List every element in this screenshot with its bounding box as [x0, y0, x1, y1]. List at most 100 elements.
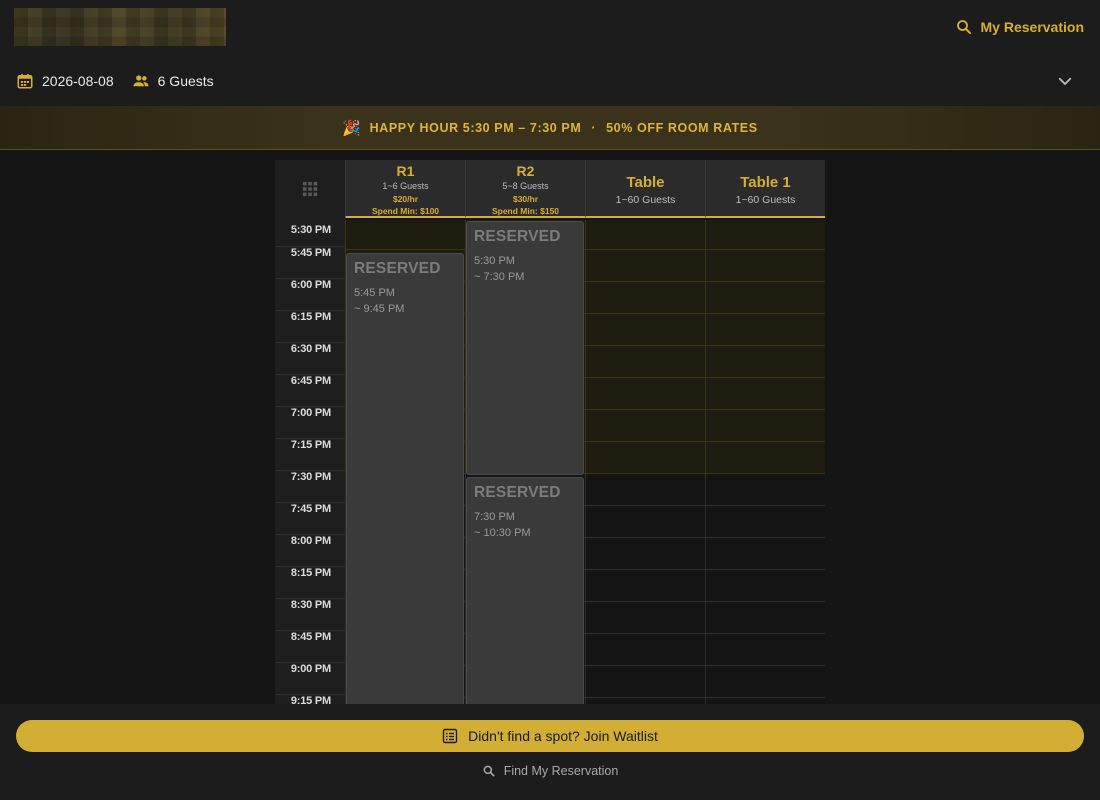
reserved-time: 5:45 PM ~ 9:45 PM — [354, 285, 456, 317]
time-tick — [275, 342, 345, 343]
time-label: 7:15 PM — [290, 439, 331, 451]
party-popper-icon: 🎉 — [342, 119, 362, 137]
room-capacity: 1~6 Guests — [382, 181, 429, 191]
time-slot-cell[interactable] — [585, 474, 705, 506]
time-slot-cell[interactable] — [585, 282, 705, 314]
time-axis: 5:30 PM 5:45 PM 6:00 PM 6:15 PM 6:30 PM 6:45 … — [275, 218, 345, 704]
time-tick — [275, 374, 345, 375]
time-label: 6:45 PM — [290, 375, 331, 387]
time-slot-cell[interactable] — [705, 378, 825, 410]
search-icon — [956, 20, 971, 34]
time-tick — [275, 406, 345, 407]
reserved-block-r2-b[interactable]: RESERVED 7:30 PM ~ 10:30 PM — [466, 477, 584, 704]
time-label: 9:15 PM — [290, 695, 331, 704]
offer-text: 50% OFF ROOM RATES — [606, 120, 758, 135]
column-header-table-1[interactable]: Table 1 1~60 Guests — [705, 160, 825, 218]
column-header-table[interactable]: Table 1~60 Guests — [585, 160, 705, 218]
column-header-r2[interactable]: R2 5~8 Guests $30/hr Spend Min: $150 — [465, 160, 585, 218]
time-slot-cell[interactable] — [705, 666, 825, 698]
join-waitlist-label: Didn't find a spot? Join Waitlist — [468, 728, 658, 744]
reserved-block-r2-a[interactable]: RESERVED 5:30 PM ~ 7:30 PM — [466, 221, 584, 475]
time-label: 8:30 PM — [290, 599, 331, 611]
time-slot-cell[interactable] — [585, 250, 705, 282]
reserved-title: RESERVED — [474, 484, 561, 501]
time-slot-cell[interactable] — [585, 220, 705, 250]
time-slot-cell[interactable] — [705, 570, 825, 602]
bottom-bar: Didn't find a spot? Join Waitlist Find M… — [0, 704, 1100, 800]
time-label: 6:00 PM — [290, 279, 331, 291]
reserved-time: 7:30 PM ~ 10:30 PM — [474, 509, 576, 541]
room-name: Table — [626, 174, 665, 191]
find-my-reservation-link[interactable]: Find My Reservation — [0, 764, 1100, 778]
time-label: 5:45 PM — [290, 247, 331, 259]
time-slot-cell[interactable] — [585, 314, 705, 346]
time-slot-cell[interactable] — [705, 474, 825, 506]
time-slot-cell[interactable] — [585, 538, 705, 570]
chevron-down-icon[interactable] — [1056, 72, 1074, 90]
time-label: 7:45 PM — [290, 503, 331, 515]
time-slot-cell[interactable] — [585, 570, 705, 602]
time-slot-cell[interactable] — [705, 538, 825, 570]
time-slot-cell[interactable] — [585, 378, 705, 410]
reserved-title: RESERVED — [474, 228, 561, 245]
time-slot-cell[interactable] — [705, 634, 825, 666]
time-label: 7:30 PM — [290, 471, 331, 483]
reserved-block-r1[interactable]: RESERVED 5:45 PM ~ 9:45 PM — [346, 253, 464, 704]
grid-icon — [302, 181, 318, 197]
time-slot-cell[interactable] — [705, 442, 825, 474]
time-tick — [275, 502, 345, 503]
date-value: 2026-08-08 — [42, 73, 114, 89]
time-slot-cell[interactable] — [585, 634, 705, 666]
reserved-end: ~ 10:30 PM — [474, 527, 531, 539]
guests-value: 6 Guests — [157, 73, 214, 89]
time-slot-cell[interactable] — [585, 506, 705, 538]
time-tick — [275, 246, 345, 247]
room-rate: $30/hr — [512, 194, 539, 204]
time-tick — [275, 566, 345, 567]
column-header-r1[interactable]: R1 1~6 Guests $20/hr Spend Min: $100 — [345, 160, 465, 218]
time-slot-cell[interactable] — [705, 220, 825, 250]
room-name: R2 — [516, 163, 535, 179]
time-slot-cell[interactable] — [585, 410, 705, 442]
my-reservation-label: My Reservation — [980, 19, 1084, 35]
time-slot-cell[interactable] — [705, 250, 825, 282]
room-capacity: 1~60 Guests — [615, 194, 676, 206]
time-slot-cell[interactable] — [705, 314, 825, 346]
time-label: 7:00 PM — [290, 407, 331, 419]
room-min-spend: Spend Min: $150 — [491, 206, 560, 216]
time-slot-cell[interactable] — [705, 346, 825, 378]
time-slot-cell[interactable] — [705, 602, 825, 634]
grid-view-toggle[interactable] — [275, 160, 345, 218]
time-label: 9:00 PM — [290, 663, 331, 675]
time-slot-cell[interactable] — [585, 442, 705, 474]
time-tick — [275, 470, 345, 471]
guest-selector[interactable]: 6 Guests — [132, 72, 214, 90]
room-name: Table 1 — [740, 174, 791, 191]
time-tick — [275, 534, 345, 535]
list-icon — [442, 728, 458, 744]
time-slot-cell[interactable] — [705, 506, 825, 538]
time-tick — [275, 310, 345, 311]
time-slot-cell[interactable] — [705, 410, 825, 442]
time-label: 6:15 PM — [290, 311, 331, 323]
time-slot-cell[interactable] — [705, 282, 825, 314]
calendar-icon — [17, 73, 33, 89]
happy-hour-banner: 🎉 HAPPY HOUR 5:30 PM – 7:30 PM · 50% OFF… — [0, 106, 1100, 150]
time-label: 8:45 PM — [290, 631, 331, 643]
date-picker[interactable]: 2026-08-08 — [16, 72, 114, 90]
find-my-reservation-label: Find My Reservation — [503, 764, 619, 778]
my-reservation-link[interactable]: My Reservation — [955, 18, 1084, 36]
time-tick — [275, 694, 345, 695]
time-slot-cell[interactable] — [345, 220, 465, 250]
brand-logo[interactable] — [14, 8, 226, 46]
room-min-spend: Spend Min: $100 — [371, 206, 440, 216]
time-slot-cell[interactable] — [585, 602, 705, 634]
time-slot-cell[interactable] — [585, 666, 705, 698]
time-tick — [275, 630, 345, 631]
join-waitlist-button[interactable]: Didn't find a spot? Join Waitlist — [16, 720, 1084, 752]
time-tick — [275, 438, 345, 439]
time-slot-cell[interactable] — [585, 346, 705, 378]
top-bar: My Reservation — [0, 0, 1100, 56]
time-label: 8:15 PM — [290, 567, 331, 579]
filter-bar: 2026-08-08 6 Guests — [0, 56, 1100, 106]
